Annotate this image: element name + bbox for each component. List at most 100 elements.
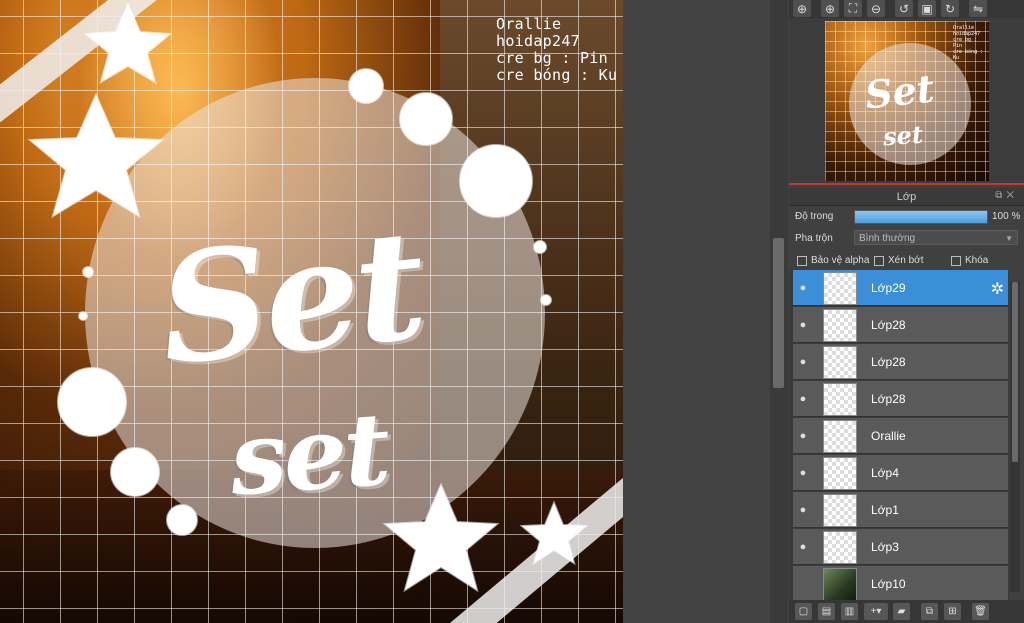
flip-icon[interactable]: ⇋ xyxy=(969,0,987,17)
right-panel: ⊕ ⊕ ⛶ ⊖ ↺ ▣ ↻ ⇋ Set set Orallie hoidap24… xyxy=(789,0,1024,623)
star-icon xyxy=(27,92,165,219)
merge-layer-icon[interactable]: ⊞ xyxy=(944,603,961,620)
layer-thumbnail xyxy=(823,420,857,453)
checkbox-box[interactable] xyxy=(951,255,961,266)
flower-icon xyxy=(459,144,533,218)
checkbox-label: Bảo vệ alpha xyxy=(811,255,870,266)
layer-thumbnail xyxy=(823,346,857,379)
new-layer-1bit-icon[interactable]: ▥ xyxy=(841,603,858,620)
layer-name: Lớp28 xyxy=(871,355,906,369)
flower-icon xyxy=(57,367,127,437)
layer-thumbnail xyxy=(823,272,857,305)
layer-toolbar: ▢ ▤ ▥ +▾ ▰ ⧉ ⊞ 🗑 xyxy=(789,600,1024,623)
scrollbar-thumb[interactable] xyxy=(1012,282,1018,462)
visibility-icon[interactable]: ● xyxy=(795,391,811,407)
thumb-credits: Orallie hoidap247 cre bg : Pin cre bóng … xyxy=(953,25,984,61)
layer-row[interactable]: ● Lớp1 xyxy=(793,492,1008,528)
layer-name: Lớp10 xyxy=(871,577,906,591)
drawing-canvas[interactable]: Set set Orallie hoidap247 cre bg : Pin c… xyxy=(0,0,623,623)
clipping-checkbox[interactable]: Xén bớt xyxy=(874,255,923,266)
layer-row[interactable]: ● Orallie xyxy=(793,418,1008,454)
layer-name: Lớp3 xyxy=(871,540,899,554)
star-icon xyxy=(382,482,500,593)
panel-window-icons[interactable]: ⧉✕ xyxy=(995,190,1018,201)
layer-row[interactable]: ● Lớp28 xyxy=(793,381,1008,417)
flower-icon xyxy=(399,92,453,146)
visibility-icon[interactable]: ● xyxy=(795,539,811,555)
gear-icon[interactable]: ✲ xyxy=(991,279,1004,299)
checkbox-label: Khóa xyxy=(965,255,989,266)
rotate-left-icon[interactable]: ↺ xyxy=(895,0,913,17)
navigator-divider xyxy=(789,183,1024,185)
fit-icon[interactable]: ⛶ xyxy=(844,0,862,17)
layer-list-scrollbar[interactable] xyxy=(1010,282,1020,592)
layer-name: Lớp4 xyxy=(871,466,899,480)
star-icon xyxy=(519,500,589,566)
canvas-scrollbar[interactable] xyxy=(770,0,788,623)
navigator-preview[interactable]: Set set Orallie hoidap247 cre bg : Pin c… xyxy=(789,18,1024,183)
new-layer-8bit-icon[interactable]: ▤ xyxy=(818,603,835,620)
fullscreen-icon[interactable]: ▣ xyxy=(918,0,936,17)
layer-thumbnail xyxy=(823,383,857,416)
opacity-label: Độ trong xyxy=(795,211,834,222)
dot-icon xyxy=(82,266,94,278)
zoom-in-icon[interactable]: ⊕ xyxy=(821,0,839,17)
layer-row[interactable]: ● Lớp28 xyxy=(793,307,1008,343)
visibility-icon[interactable] xyxy=(795,576,811,592)
subtitle-set: set xyxy=(226,389,392,519)
layer-row[interactable]: ● Lớp28 xyxy=(793,344,1008,380)
thumb-title: Set xyxy=(862,65,937,118)
flower-icon xyxy=(348,68,384,104)
star-icon xyxy=(83,1,173,85)
folder-icon[interactable]: ▰ xyxy=(893,603,910,620)
layer-name: Lớp28 xyxy=(871,318,906,332)
visibility-icon[interactable]: ● xyxy=(795,502,811,518)
lock-checkbox[interactable]: Khóa xyxy=(951,255,988,266)
layer-thumbnail xyxy=(823,457,857,490)
dot-icon xyxy=(533,240,547,254)
visibility-icon[interactable]: ● xyxy=(795,280,811,296)
layer-row[interactable]: ● Lớp3 xyxy=(793,529,1008,565)
blend-mode-select[interactable]: Bình thường ▼ xyxy=(854,230,1018,245)
visibility-icon[interactable]: ● xyxy=(795,428,811,444)
dot-icon xyxy=(78,311,88,321)
delete-layer-icon[interactable]: 🗑 xyxy=(972,603,989,620)
new-layer-icon[interactable]: ▢ xyxy=(795,603,812,620)
layer-panel-header: Lớp ⧉✕ xyxy=(789,188,1024,206)
opacity-value: 100 % xyxy=(992,211,1021,222)
blend-mode-value: Bình thường xyxy=(859,233,916,244)
layer-row[interactable]: ● Lớp4 xyxy=(793,455,1008,491)
rotate-right-icon[interactable]: ↻ xyxy=(941,0,959,17)
navigator-thumbnail[interactable]: Set set Orallie hoidap247 cre bg : Pin c… xyxy=(825,21,989,181)
duplicate-layer-icon[interactable]: ⧉ xyxy=(921,603,938,620)
layer-row[interactable]: ● Lớp29 ✲ xyxy=(793,270,1008,306)
zoom-view-icon[interactable]: ⊕ xyxy=(793,0,811,17)
opacity-slider[interactable] xyxy=(854,210,988,224)
layer-list[interactable]: ● Lớp29 ✲ ● Lớp28 ● Lớp28 ● Lớp28 ● Orallie ● Lớp4 ● L… xyxy=(789,270,1009,600)
visibility-icon[interactable]: ● xyxy=(795,465,811,481)
checkbox-box[interactable] xyxy=(797,255,807,266)
visibility-icon[interactable]: ● xyxy=(795,317,811,333)
blend-label: Pha trộn xyxy=(795,233,833,244)
credit-line: Orallie xyxy=(496,15,562,33)
checkbox-box[interactable] xyxy=(874,255,884,266)
dot-icon xyxy=(540,294,552,306)
scrollbar-thumb[interactable] xyxy=(773,238,784,388)
flower-icon xyxy=(110,447,160,497)
layer-name: Lớp29 xyxy=(871,281,906,295)
credit-line: hoidap247 xyxy=(496,32,580,50)
layer-panel-title: Lớp xyxy=(896,190,917,203)
visibility-icon[interactable]: ● xyxy=(795,354,811,370)
zoom-out-icon[interactable]: ⊖ xyxy=(867,0,885,17)
layer-row[interactable]: Lớp10 xyxy=(793,566,1008,600)
add-layer-menu-icon[interactable]: +▾ xyxy=(864,603,888,620)
credits-text: Orallie hoidap247 cre bg : Pin cre bóng … xyxy=(496,16,617,84)
thumb-subtitle: set xyxy=(882,119,924,152)
navigator-toolbar: ⊕ ⊕ ⛶ ⊖ ↺ ▣ ↻ ⇋ xyxy=(789,0,1024,18)
protect-alpha-checkbox[interactable]: Bảo vệ alpha xyxy=(797,255,869,266)
layer-thumbnail xyxy=(823,568,857,600)
credit-line: cre bóng : Ku xyxy=(496,66,618,84)
opacity-fill xyxy=(855,211,987,223)
credit-line: cre bg : Pin xyxy=(496,49,608,67)
layer-thumbnail xyxy=(823,494,857,527)
